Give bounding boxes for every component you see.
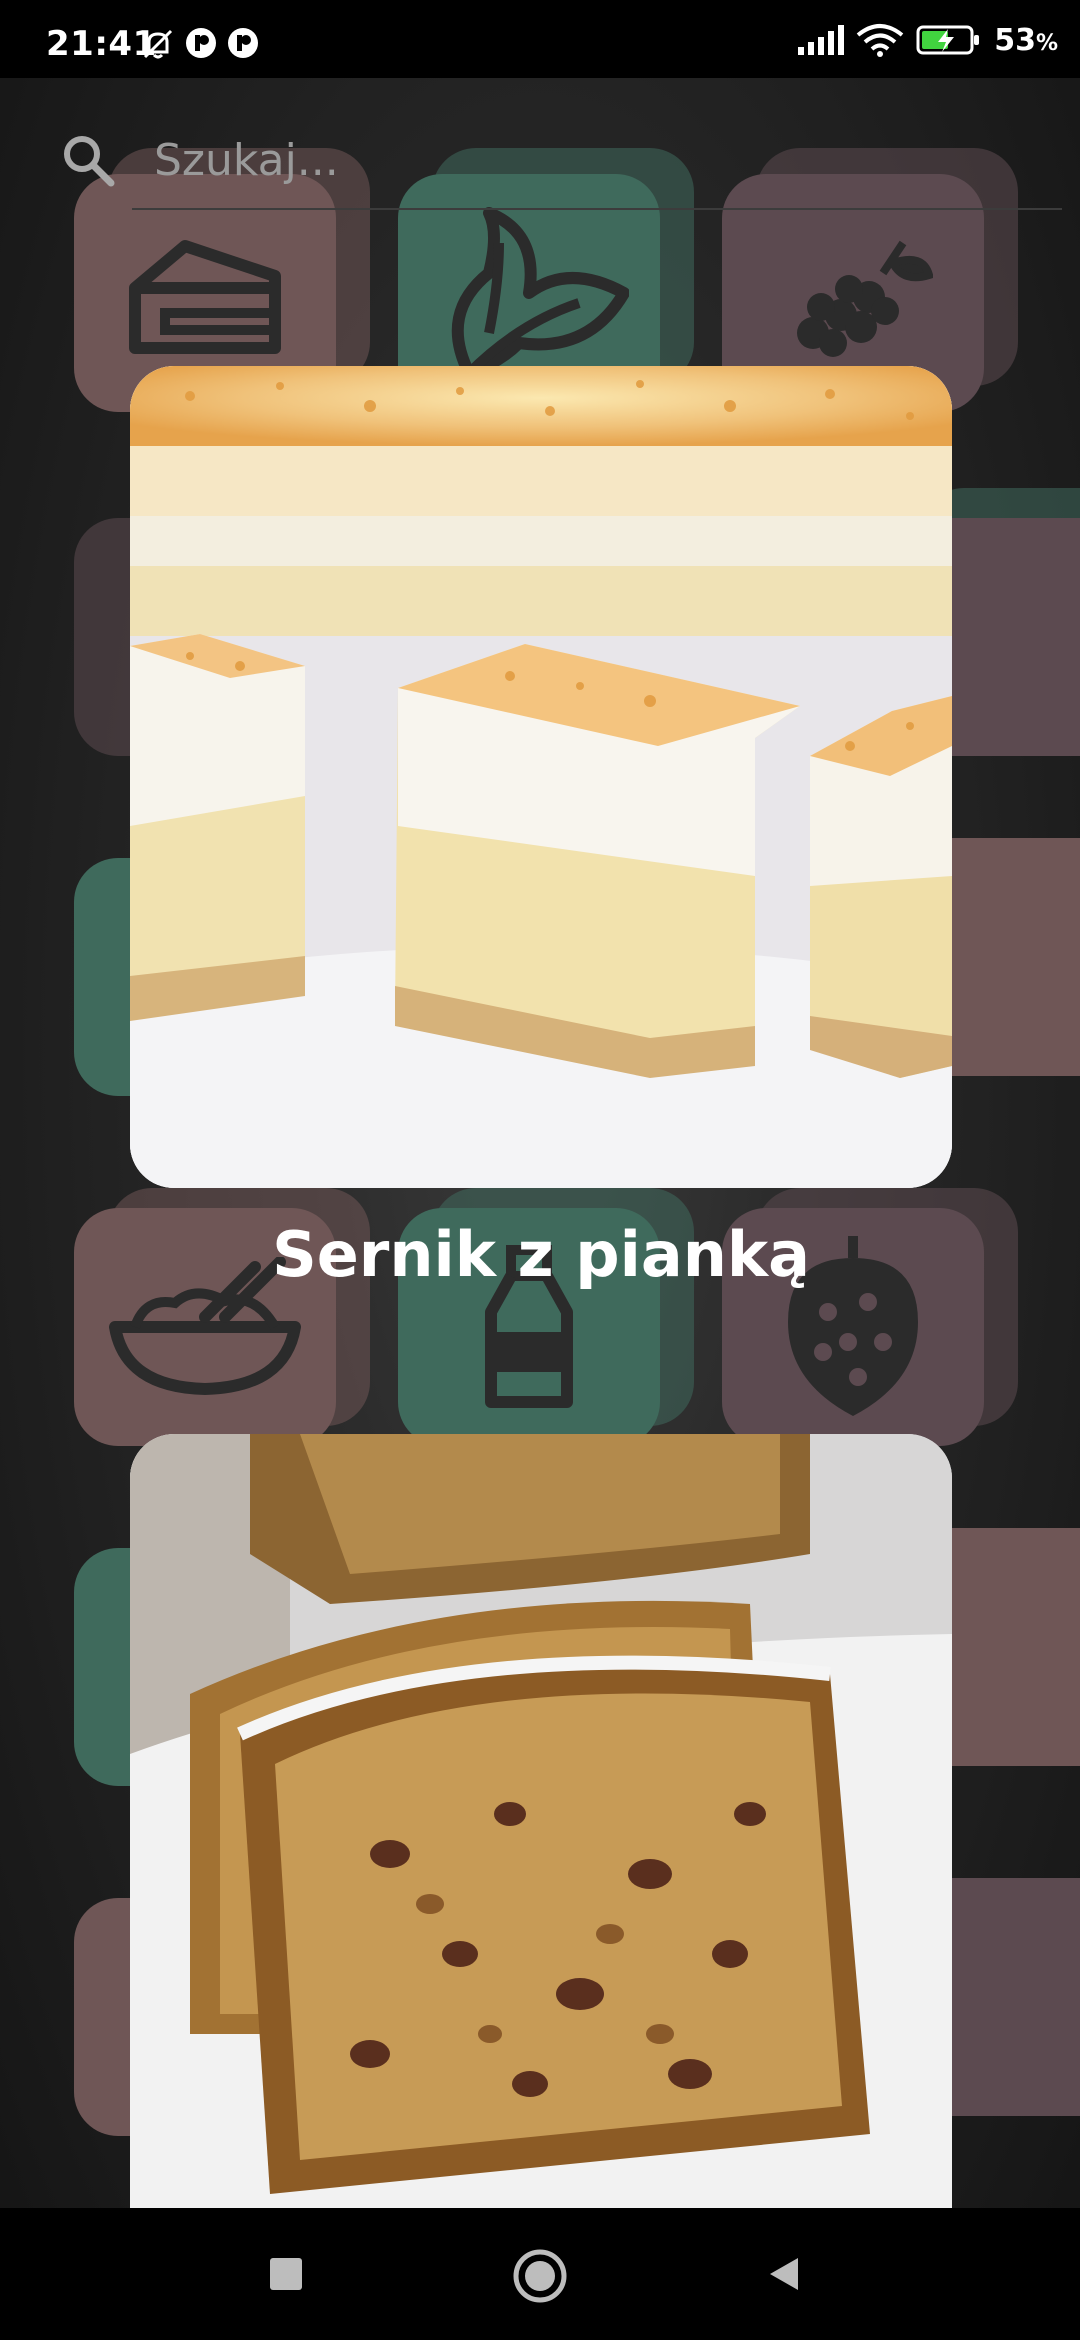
recipe-card[interactable]: Sernik z pianką [130,366,952,1291]
muted-bell-icon [143,29,173,59]
recents-button[interactable] [266,2254,306,2294]
battery-charging-icon [916,25,980,55]
status-right: 53% [796,22,1058,58]
wifi-icon [856,24,904,57]
status-bar: 21:41 53% [0,0,1080,78]
app-notification-icon [228,28,258,58]
recipe-photo[interactable] [130,366,952,1188]
back-button[interactable] [764,2254,804,2294]
cake-icon [129,240,281,354]
leaf-icon [451,207,629,379]
home-button[interactable] [512,2248,568,2304]
cheesecake-image [130,366,952,1188]
search-icon[interactable] [58,130,118,190]
signal-icon [798,25,845,55]
recipe-photo[interactable] [130,1434,952,2208]
fruitcake-image [130,1434,952,2208]
search-bar[interactable] [58,110,1048,210]
app-screen: 21:41 53% Szukaj... Sernik z pianką [0,0,1080,2340]
grapes-icon [797,240,933,357]
navigation-bar [0,2208,1080,2340]
recipe-title[interactable]: Sernik z pianką [130,1218,952,1291]
notification-icons [140,26,260,59]
battery-percent: 53% [994,22,1058,58]
app-notification-icon [186,28,216,58]
search-underline [132,208,1062,210]
recipe-card[interactable] [130,1434,952,2208]
search-input[interactable] [152,124,1048,196]
